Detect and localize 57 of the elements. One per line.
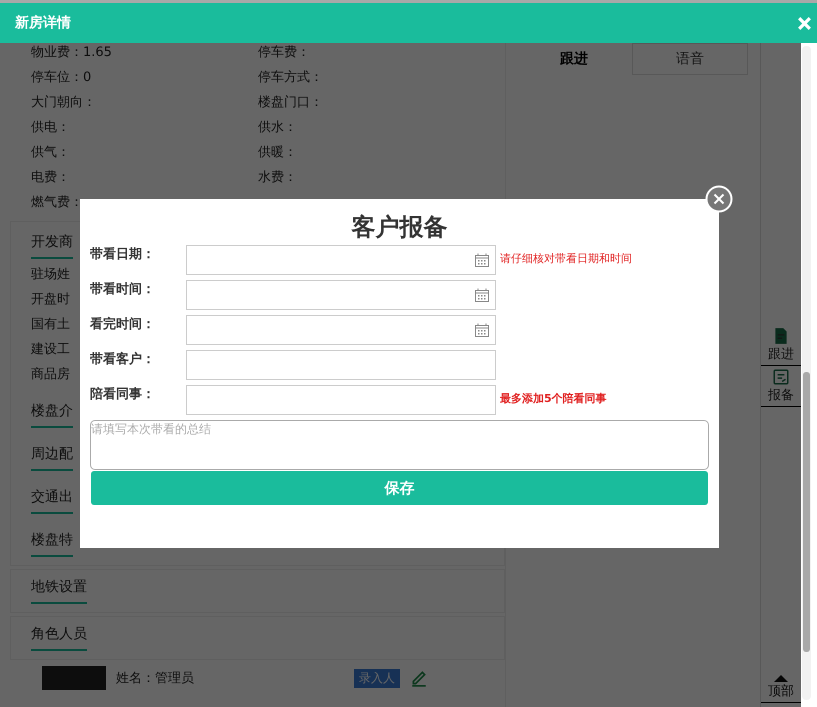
back-to-top-button[interactable]: 顶部 — [761, 675, 801, 703]
info-text: 停车位：0 — [31, 69, 92, 87]
info-text: 供暖： — [258, 144, 298, 162]
info-text: 商品房 — [31, 366, 70, 384]
info-text: 供水： — [258, 119, 298, 137]
field-label: 带看时间： — [90, 281, 156, 299]
info-text: 建设工 — [31, 341, 70, 359]
side-tool-button[interactable]: 跟进 — [761, 325, 801, 366]
save-button[interactable]: 保存 — [91, 471, 708, 505]
field-label: 带看日期： — [90, 246, 156, 264]
section-heading: 交通出 — [31, 487, 73, 514]
input-field[interactable] — [186, 245, 496, 275]
section-heading: 楼盘介 — [31, 401, 73, 428]
info-text: 国有土 — [31, 316, 70, 334]
info-text: 燃气费： — [31, 194, 84, 212]
calendar-icon — [474, 287, 490, 303]
section-heading: 角色人员 — [31, 624, 87, 651]
section-heading: 周边配 — [31, 444, 73, 471]
caret-up-icon — [774, 675, 788, 682]
summary-field[interactable]: 请填写本次带看的总结 — [90, 420, 709, 470]
role-badge: 录入人 — [354, 668, 400, 688]
form-icon — [772, 368, 790, 386]
hint-text: 请仔细核对带看日期和时间 — [500, 251, 632, 266]
field-label: 带看客户： — [90, 350, 156, 369]
info-text: 供电： — [31, 119, 71, 137]
info-text: 水费： — [258, 169, 298, 187]
field-label: 看完时间： — [90, 316, 156, 334]
side-tool-button[interactable]: 报备 — [761, 366, 801, 407]
input-field[interactable] — [186, 280, 496, 310]
info-text: 停车费： — [258, 44, 311, 62]
field-label: 陪看同事： — [90, 386, 156, 404]
calendar-icon — [474, 322, 490, 338]
info-text: 供气： — [31, 144, 71, 162]
member-name: 姓名：管理员 — [116, 670, 194, 687]
pencil-icon[interactable] — [410, 669, 428, 687]
input-field[interactable] — [186, 385, 496, 415]
close-icon[interactable] — [796, 14, 813, 32]
scrollbar[interactable] — [802, 46, 811, 700]
scrollbar-thumb[interactable] — [803, 372, 810, 652]
info-text: 驻场姓 — [31, 266, 70, 284]
info-text: 电费： — [31, 169, 71, 187]
dialog-title: 客户报备 — [352, 212, 448, 243]
input-field[interactable] — [186, 315, 496, 345]
hint-text: 最多添加5个陪看同事 — [500, 391, 607, 406]
input-field[interactable] — [186, 350, 496, 380]
section-heading: 地铁设置 — [31, 577, 87, 604]
info-text: 大门朝向： — [31, 94, 97, 112]
info-text: 物业费：1.65 — [31, 44, 113, 62]
photo-placeholder — [42, 666, 106, 690]
tab[interactable]: 语音 — [632, 43, 748, 75]
section-heading: 楼盘特 — [31, 530, 73, 557]
info-text: 停车方式： — [258, 69, 324, 87]
info-text: 楼盘门口： — [258, 94, 324, 112]
info-text: 开盘时 — [31, 291, 70, 309]
window-title: 新房详情 — [15, 14, 71, 32]
calendar-icon — [474, 252, 490, 268]
section-heading: 开发商 — [31, 232, 73, 259]
